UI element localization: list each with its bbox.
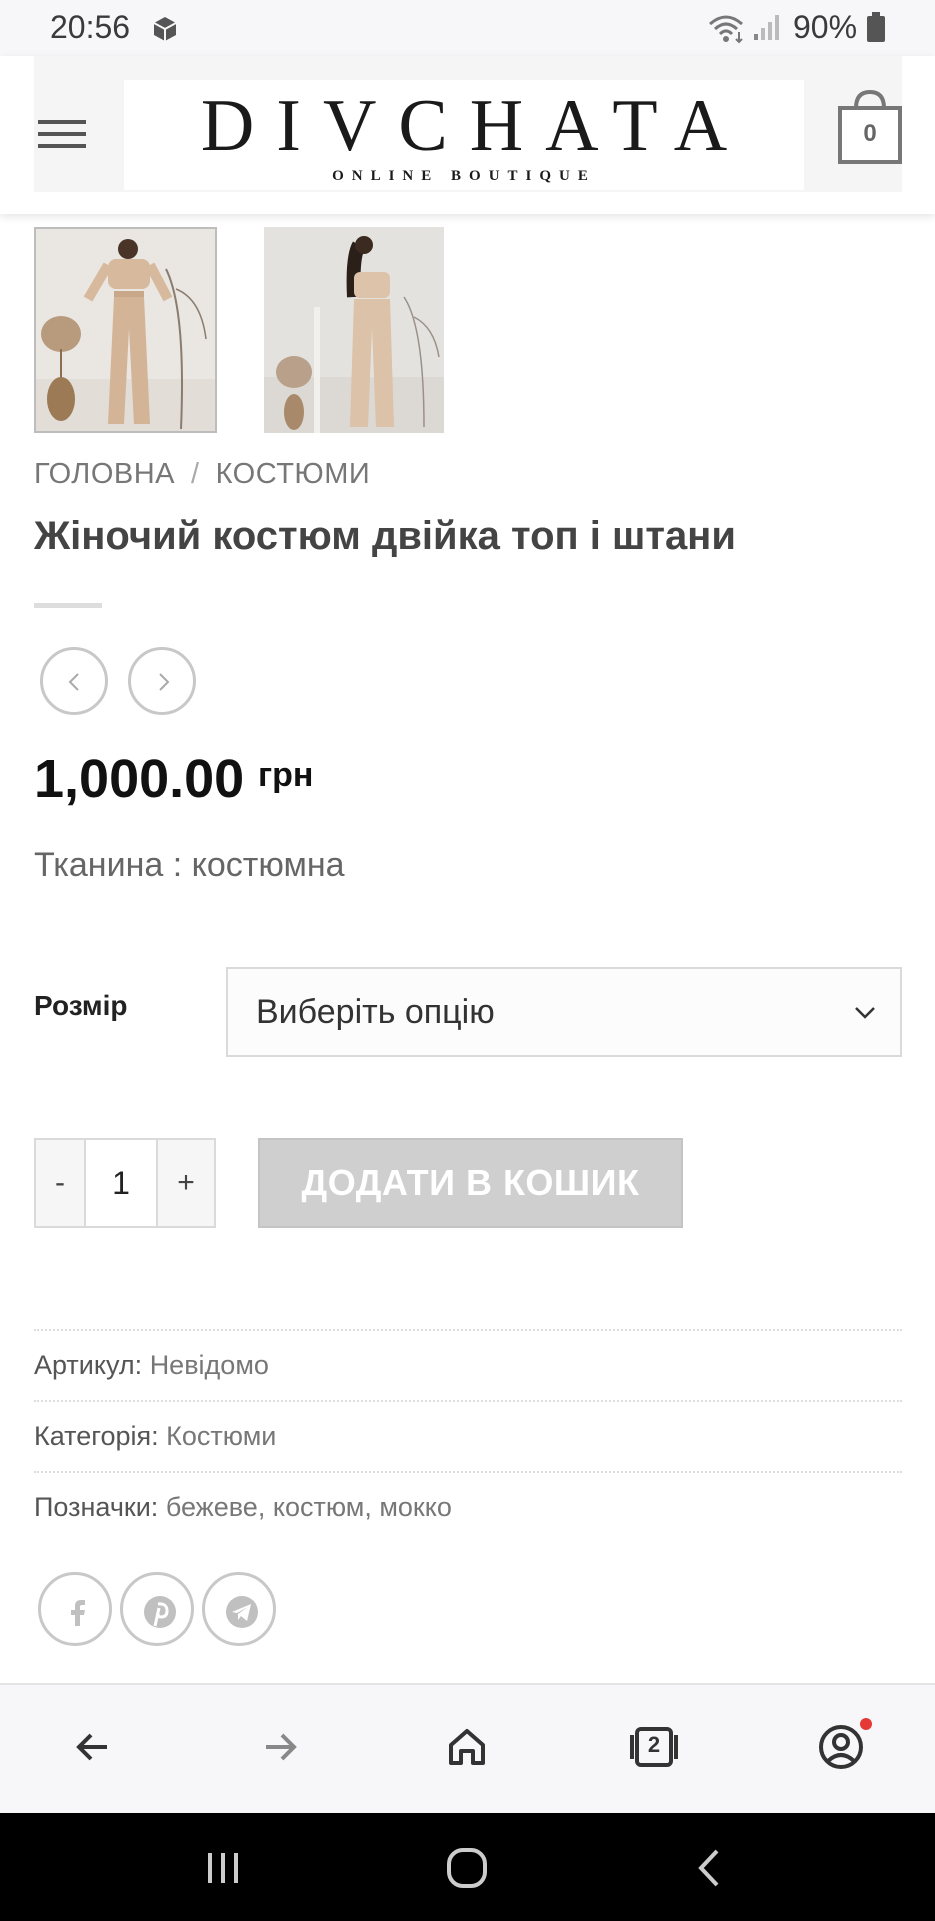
quantity-input[interactable]: 1 (86, 1140, 156, 1226)
system-navigation-bar (0, 1813, 935, 1921)
back-chevron-icon[interactable] (685, 1843, 735, 1893)
chevron-right-icon (159, 673, 170, 691)
wifi-icon (709, 15, 743, 44)
next-product-button[interactable] (128, 647, 196, 715)
notification-dot (860, 1718, 872, 1730)
home-circle-icon[interactable] (442, 1843, 492, 1893)
breadcrumb-category[interactable]: КОСТЮМИ (216, 458, 371, 490)
quantity-stepper: - 1 + (34, 1138, 216, 1228)
pinterest-icon (144, 1596, 176, 1628)
tabs-button[interactable]: 2 (624, 1717, 684, 1777)
share-facebook-button[interactable] (38, 1572, 112, 1646)
size-label: Розмір (34, 990, 128, 1021)
menu-icon[interactable] (38, 116, 86, 152)
product-thumbnail-back[interactable] (264, 227, 444, 433)
breadcrumb: ГОЛОВНА / КОСТЮМИ (34, 458, 370, 491)
product-title: Жіночий костюм двійка топ і штани (34, 514, 736, 558)
tags-label: Позначки: (34, 1492, 159, 1522)
telegram-icon (226, 1596, 258, 1628)
logo-title: DIVCHATA (200, 85, 750, 167)
category-label: Категорія: (34, 1421, 159, 1451)
status-bar: 20:56 90% (0, 0, 935, 56)
product-price: 1,000.00 (34, 749, 245, 809)
share-telegram-button[interactable] (202, 1572, 276, 1646)
meta-category: Категорія: Костюми (34, 1421, 276, 1452)
recent-apps-icon[interactable] (198, 1843, 248, 1893)
site-logo[interactable]: DIVCHATA ONLINE BOUTIQUE (124, 80, 804, 190)
meta-sku: Артикул: Невідомо (34, 1350, 269, 1381)
back-arrow-icon[interactable] (63, 1717, 123, 1777)
meta-divider (34, 1400, 902, 1402)
product-thumbnail-front[interactable] (34, 227, 217, 433)
meta-tags: Позначки: бежеве, костюм, мокко (34, 1492, 452, 1523)
price-currency: грн (258, 756, 314, 794)
facebook-icon (71, 1600, 85, 1626)
home-icon[interactable] (437, 1717, 497, 1777)
size-select-value: Виберіть опцію (256, 993, 495, 1031)
category-link[interactable]: Костюми (166, 1421, 276, 1451)
site-header: DIVCHATA ONLINE BOUTIQUE 0 (0, 56, 935, 214)
product-photo-back (264, 227, 444, 433)
forward-arrow-icon[interactable] (250, 1717, 310, 1777)
browser-toolbar: 2 (0, 1683, 935, 1813)
title-divider (34, 603, 102, 608)
battery-icon (867, 12, 885, 42)
share-pinterest-button[interactable] (120, 1572, 194, 1646)
product-photo-front (36, 229, 215, 431)
tags-links[interactable]: бежеве, костюм, мокко (166, 1492, 452, 1522)
chevron-left-icon (68, 673, 79, 691)
chevron-down-icon (855, 1007, 875, 1019)
sku-value: Невідомо (149, 1350, 269, 1380)
meta-divider (34, 1471, 902, 1473)
sku-label: Артикул: (34, 1350, 143, 1380)
add-to-cart-button[interactable]: ДОДАТИ В КОШИК (258, 1138, 683, 1228)
meta-divider (34, 1329, 902, 1331)
logo-subtitle: ONLINE BOUTIQUE (332, 168, 596, 184)
size-select[interactable]: Виберіть опцію (226, 967, 902, 1057)
tabs-count: 2 (647, 1732, 661, 1757)
breadcrumb-separator: / (191, 458, 200, 490)
cart-count[interactable]: 0 (836, 120, 904, 148)
product-fabric: Тканина : костюмна (34, 846, 345, 884)
previous-product-button[interactable] (40, 647, 108, 715)
quantity-plus-button[interactable]: + (156, 1140, 214, 1226)
battery-percent: 90% (793, 9, 858, 45)
signal-icon (754, 15, 779, 40)
status-time: 20:56 (50, 9, 131, 45)
quantity-minus-button[interactable]: - (36, 1140, 86, 1226)
cube-icon (153, 17, 177, 41)
breadcrumb-home[interactable]: ГОЛОВНА (34, 458, 175, 490)
